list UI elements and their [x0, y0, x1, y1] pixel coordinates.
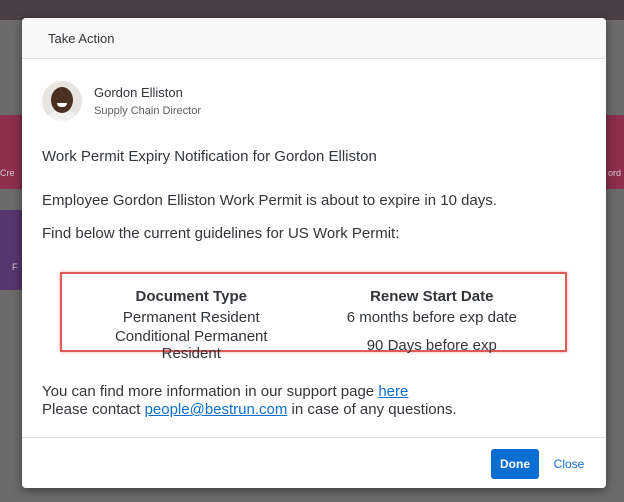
dialog-title: Take Action [22, 18, 606, 59]
notification-body-line: Find below the current guidelines for US… [42, 225, 400, 242]
column-header: Renew Start Date [370, 288, 494, 305]
table-row: Permanent Resident 6 months before exp d… [84, 307, 565, 328]
background-tile-text: ord [608, 168, 622, 178]
table-cell: Permanent Resident [122, 309, 260, 326]
dialog-footer: Done Close [22, 437, 606, 488]
notification-subject: Work Permit Expiry Notification for Gord… [42, 148, 377, 165]
support-text: You can find more information in our sup… [42, 383, 379, 400]
guidelines-highlight-box: Document Type Renew Start Date Permanent… [60, 272, 567, 362]
person-name: Gordon Elliston [94, 85, 183, 100]
take-action-dialog: Take Action Gordon Elliston Supply Chain… [22, 18, 606, 488]
background-tile-text: Cre [0, 168, 15, 178]
close-button[interactable]: Close [547, 449, 591, 479]
background-tile-purple-left [0, 210, 22, 290]
support-info: You can find more information in our sup… [42, 383, 457, 419]
person-profile: Gordon Elliston Supply Chain Director [42, 79, 586, 123]
background-header-strip [0, 0, 624, 20]
column-header: Document Type [135, 288, 247, 305]
table-cell: 90 Days before exp [366, 336, 497, 354]
done-button[interactable]: Done [491, 449, 539, 479]
table-header-row: Document Type Renew Start Date [84, 286, 565, 307]
contact-text: Please contact [42, 401, 145, 418]
table-cell: Conditional Permanent Resident [114, 328, 268, 362]
contact-text: in case of any questions. [287, 401, 457, 418]
table-row: Conditional Permanent Resident 90 Days b… [84, 328, 565, 362]
support-page-link[interactable]: here [378, 383, 408, 400]
avatar [42, 81, 82, 121]
person-title: Supply Chain Director [94, 105, 201, 117]
guidelines-table: Document Type Renew Start Date Permanent… [84, 286, 565, 362]
table-cell: 6 months before exp date [346, 309, 517, 326]
contact-email-link[interactable]: people@bestrun.com [145, 401, 288, 418]
background-tile-text: F [12, 262, 18, 272]
notification-body-line: Employee Gordon Elliston Work Permit is … [42, 192, 497, 209]
